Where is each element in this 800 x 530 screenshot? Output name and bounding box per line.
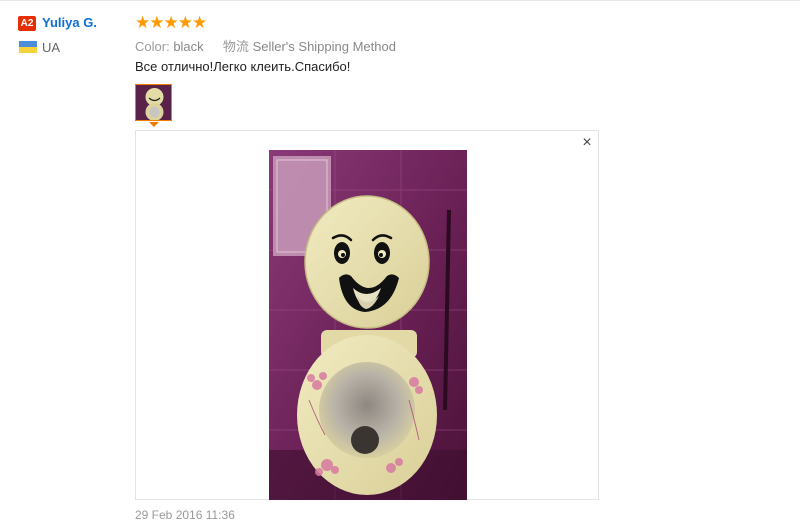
thumbnail-image — [136, 85, 171, 120]
review-photo-thumbnail[interactable] — [135, 84, 172, 121]
shipping-label: 物流 — [222, 39, 249, 54]
review-photo-image — [269, 150, 467, 500]
close-icon[interactable]: × — [577, 133, 597, 153]
buyer-level-badge: A2 — [18, 16, 36, 31]
color-value: black — [173, 39, 204, 54]
star-rating: ★★★★★ — [135, 13, 207, 32]
reviewer-country: UA — [42, 40, 61, 55]
shipping-value: Seller's Shipping Method — [252, 39, 396, 54]
ukraine-flag-icon — [19, 41, 37, 53]
review-photo — [269, 150, 467, 500]
top-divider — [0, 0, 800, 1]
review-date: 29 Feb 2016 11:36 — [135, 508, 235, 522]
color-label: Color: — [135, 39, 170, 54]
reviewer-name-link[interactable]: Yuliya G. — [42, 15, 97, 30]
thumbnail-selected-caret — [149, 122, 159, 127]
review-text: Все отлично!Легко клеить.Спасибо! — [135, 59, 351, 74]
order-attributes: Color: black 物流 Seller's Shipping Method — [135, 36, 396, 55]
photo-viewer: × — [135, 130, 599, 500]
